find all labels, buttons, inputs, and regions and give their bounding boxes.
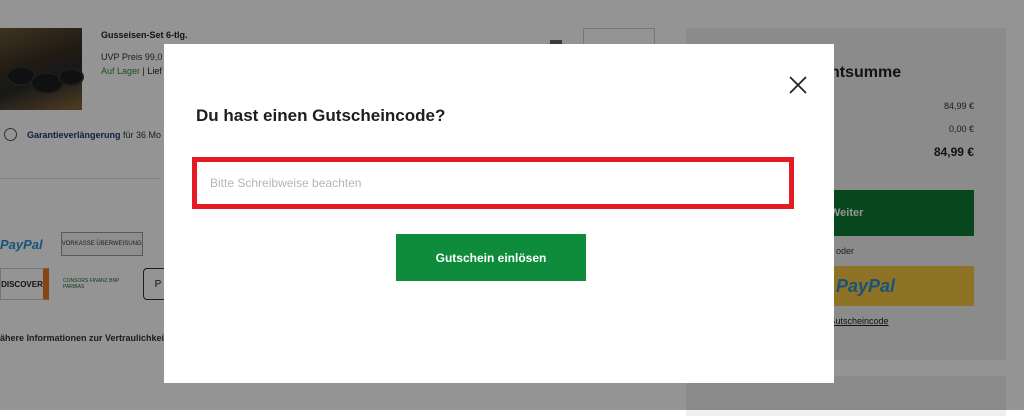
coupon-input-highlight [192,157,794,209]
coupon-code-input[interactable] [208,175,778,191]
coupon-modal: Du hast einen Gutscheincode? Gutschein e… [164,44,834,383]
close-icon[interactable] [788,75,808,95]
modal-title: Du hast einen Gutscheincode? [196,106,446,125]
close-icon-svg [789,76,807,94]
redeem-coupon-button[interactable]: Gutschein einlösen [396,234,586,281]
